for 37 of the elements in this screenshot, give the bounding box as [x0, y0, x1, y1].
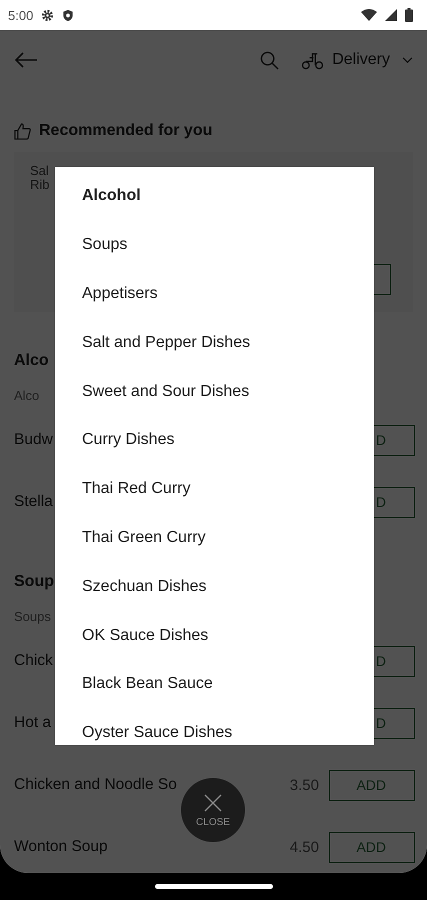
home-handle[interactable]	[154, 884, 272, 889]
status-time: 5:00	[8, 8, 34, 22]
thumbs-up-icon	[14, 122, 31, 140]
chevron-down-icon[interactable]	[402, 56, 413, 64]
category-item[interactable]: Salt and Pepper Dishes	[82, 334, 250, 352]
item-name: Stella	[14, 493, 53, 511]
back-arrow-icon[interactable]	[14, 52, 38, 68]
signal-icon	[385, 9, 397, 21]
section-title: Recommended for you	[39, 122, 212, 140]
search-icon[interactable]	[260, 50, 280, 70]
wifi-icon	[361, 9, 377, 21]
item-name: Budw	[14, 431, 53, 449]
section-heading: Soup	[14, 573, 54, 591]
close-button[interactable]: CLOSE	[181, 778, 245, 842]
item-name: Wonton Soup	[14, 838, 108, 856]
item-name: Chick	[14, 652, 53, 670]
item-name: Sal	[30, 164, 50, 178]
item-name: Chicken and Noodle So	[14, 776, 177, 794]
section-heading: Alco	[14, 352, 49, 370]
item-name: Rib	[30, 178, 51, 193]
category-item[interactable]: Oyster Sauce Dishes	[82, 724, 232, 742]
category-item[interactable]: Szechuan Dishes	[82, 578, 207, 596]
gear-icon	[41, 8, 54, 22]
close-icon	[203, 792, 223, 812]
scooter-icon	[301, 50, 324, 70]
category-item[interactable]: Curry Dishes	[82, 431, 174, 450]
item-name: Hot a	[14, 714, 52, 732]
category-item[interactable]: Black Bean Sauce	[82, 675, 213, 694]
shield-icon	[62, 8, 74, 22]
category-item[interactable]: Alcohol	[82, 187, 141, 206]
category-item[interactable]: Appetisers	[82, 284, 158, 303]
category-item[interactable]: Thai Green Curry	[82, 528, 206, 547]
category-item[interactable]: Soups	[82, 236, 128, 254]
category-item[interactable]: Thai Red Curry	[82, 480, 190, 498]
category-item[interactable]: Sweet and Sour Dishes	[82, 382, 250, 401]
category-item[interactable]: OK Sauce Dishes	[82, 626, 208, 645]
battery-icon	[405, 8, 413, 22]
